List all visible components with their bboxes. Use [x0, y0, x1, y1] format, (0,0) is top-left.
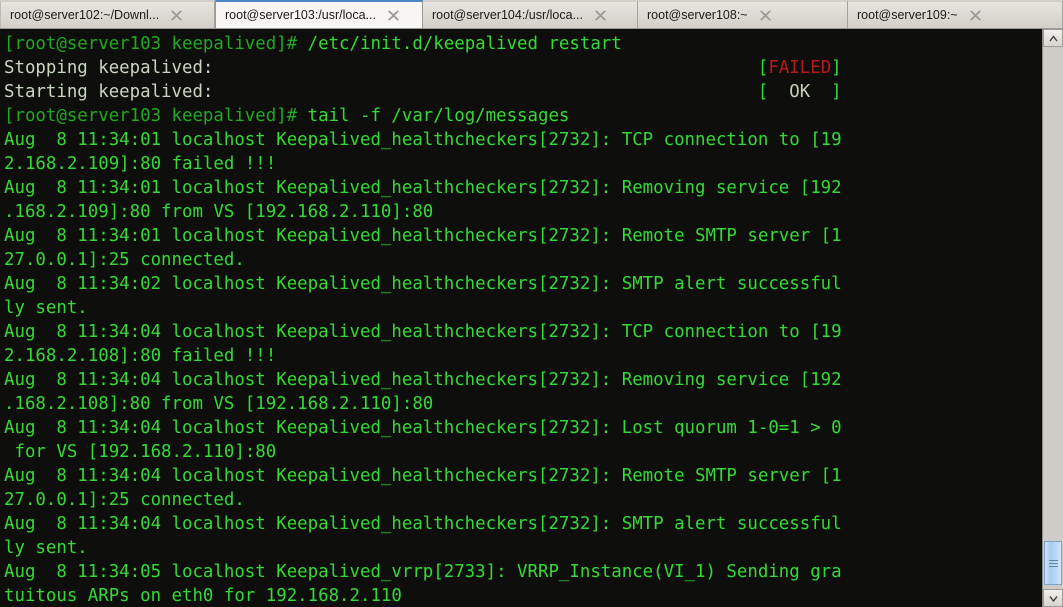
log-text: ly sent.: [4, 538, 88, 558]
tab-1-active[interactable]: root@server103:/usr/loca...: [215, 0, 423, 28]
grip-line: [1048, 565, 1058, 567]
scroll-up-button[interactable]: [1043, 29, 1063, 47]
log-text: 2.168.2.108]:80 failed !!!: [4, 346, 277, 366]
terminal-screen[interactable]: [root@server103 keepalived]# /etc/init.d…: [0, 29, 1042, 607]
shell-prompt: [root@server103 keepalived]#: [4, 106, 308, 126]
log-line: 2.168.2.108]:80 failed !!!: [4, 344, 1042, 368]
service-status-line: Starting keepalived: [ OK ]: [4, 82, 842, 102]
shell-command: /etc/init.d/keepalived restart: [307, 34, 622, 54]
grip-line: [1048, 559, 1058, 561]
chevron-up-icon: [1048, 34, 1058, 41]
log-line: Aug 8 11:34:02 localhost Keepalived_heal…: [4, 272, 1042, 296]
log-text: for VS [192.168.2.110]:80: [4, 442, 277, 462]
log-line: Aug 8 11:34:04 localhost Keepalived_heal…: [4, 512, 1042, 536]
scrollbar-thumb[interactable]: [1044, 541, 1062, 585]
log-line: ly sent.: [4, 296, 1042, 320]
log-text: Aug 8 11:34:05 localhost Keepalived_vrrp…: [4, 562, 842, 582]
scroll-down-button[interactable]: [1043, 589, 1063, 607]
terminal-window: root@server102:~/Downl... root@server103:…: [0, 0, 1063, 607]
shell-prompt: [root@server103 keepalived]#: [4, 34, 308, 54]
log-line: Aug 8 11:34:04 localhost Keepalived_heal…: [4, 368, 1042, 392]
log-text: 2.168.2.109]:80 failed !!!: [4, 154, 277, 174]
tab-3[interactable]: root@server108:~: [638, 0, 848, 28]
service-result: OK: [768, 82, 832, 102]
log-text: Aug 8 11:34:04 localhost Keepalived_heal…: [4, 370, 842, 390]
close-icon[interactable]: [968, 8, 983, 23]
tab-4[interactable]: root@server109:~: [848, 0, 1063, 28]
tab-label: root@server109:~: [857, 8, 958, 22]
log-line: 2.168.2.109]:80 failed !!!: [4, 152, 1042, 176]
tab-bar: root@server102:~/Downl... root@server103:…: [0, 0, 1063, 29]
tab-label: root@server102:~/Downl...: [10, 8, 160, 22]
log-line: Aug 8 11:34:01 localhost Keepalived_heal…: [4, 128, 1042, 152]
log-line: tuitous ARPs on eth0 for 192.168.2.110: [4, 584, 1042, 607]
log-line: .168.2.108]:80 from VS [192.168.2.110]:8…: [4, 392, 1042, 416]
log-text: Aug 8 11:34:04 localhost Keepalived_heal…: [4, 322, 842, 342]
log-text: Aug 8 11:34:01 localhost Keepalived_heal…: [4, 178, 842, 198]
log-line: Aug 8 11:34:04 localhost Keepalived_heal…: [4, 464, 1042, 488]
terminal-text: [root@server103 keepalived]# /etc/init.d…: [1, 30, 1042, 607]
close-icon[interactable]: [386, 8, 401, 23]
log-line: Aug 8 11:34:04 localhost Keepalived_heal…: [4, 320, 1042, 344]
log-line: Aug 8 11:34:04 localhost Keepalived_heal…: [4, 416, 1042, 440]
grip-line: [1048, 562, 1058, 564]
log-line: Aug 8 11:34:01 localhost Keepalived_heal…: [4, 224, 1042, 248]
close-icon[interactable]: [593, 8, 608, 23]
tab-0[interactable]: root@server102:~/Downl...: [0, 0, 215, 28]
chevron-down-icon: [1048, 595, 1058, 602]
terminal-prompt-line: [root@server103 keepalived]# tail -f /va…: [4, 104, 1042, 128]
tab-label: root@server104:/usr/loca...: [432, 8, 583, 22]
log-text: ly sent.: [4, 298, 88, 318]
service-result: FAILED: [768, 58, 832, 78]
log-text: Aug 8 11:34:04 localhost Keepalived_heal…: [4, 466, 842, 486]
log-line: 27.0.0.1]:25 connected.: [4, 488, 1042, 512]
service-label: Stopping keepalived:: [4, 58, 214, 78]
log-line: for VS [192.168.2.110]:80: [4, 440, 1042, 464]
log-text: 27.0.0.1]:25 connected.: [4, 250, 245, 270]
log-text: Aug 8 11:34:04 localhost Keepalived_heal…: [4, 514, 842, 534]
log-text: tuitous ARPs on eth0 for 192.168.2.110: [4, 586, 402, 606]
close-icon[interactable]: [169, 8, 184, 23]
close-icon[interactable]: [758, 8, 773, 23]
log-line: Aug 8 11:34:01 localhost Keepalived_heal…: [4, 176, 1042, 200]
shell-command: tail -f /var/log/messages: [307, 106, 570, 126]
log-text: Aug 8 11:34:01 localhost Keepalived_heal…: [4, 226, 842, 246]
log-line: Aug 8 11:34:05 localhost Keepalived_vrrp…: [4, 560, 1042, 584]
log-text: Aug 8 11:34:01 localhost Keepalived_heal…: [4, 130, 842, 150]
tab-label: root@server108:~: [647, 8, 748, 22]
log-line: 27.0.0.1]:25 connected.: [4, 248, 1042, 272]
log-line: .168.2.109]:80 from VS [192.168.2.110]:8…: [4, 200, 1042, 224]
service-status-line: Stopping keepalived: [FAILED]: [4, 58, 842, 78]
log-text: .168.2.108]:80 from VS [192.168.2.110]:8…: [4, 394, 434, 414]
vertical-scrollbar[interactable]: [1042, 29, 1063, 607]
terminal-body: [root@server103 keepalived]# /etc/init.d…: [0, 29, 1063, 607]
service-label: Starting keepalived:: [4, 82, 214, 102]
log-text: .168.2.109]:80 from VS [192.168.2.110]:8…: [4, 202, 434, 222]
terminal-prompt-line: [root@server103 keepalived]# /etc/init.d…: [4, 32, 1042, 56]
log-text: 27.0.0.1]:25 connected.: [4, 490, 245, 510]
tab-label: root@server103:/usr/loca...: [225, 8, 376, 22]
log-text: Aug 8 11:34:04 localhost Keepalived_heal…: [4, 418, 842, 438]
tab-2[interactable]: root@server104:/usr/loca...: [423, 0, 638, 28]
log-line: ly sent.: [4, 536, 1042, 560]
log-text: Aug 8 11:34:02 localhost Keepalived_heal…: [4, 274, 842, 294]
scrollbar-track[interactable]: [1043, 47, 1063, 589]
